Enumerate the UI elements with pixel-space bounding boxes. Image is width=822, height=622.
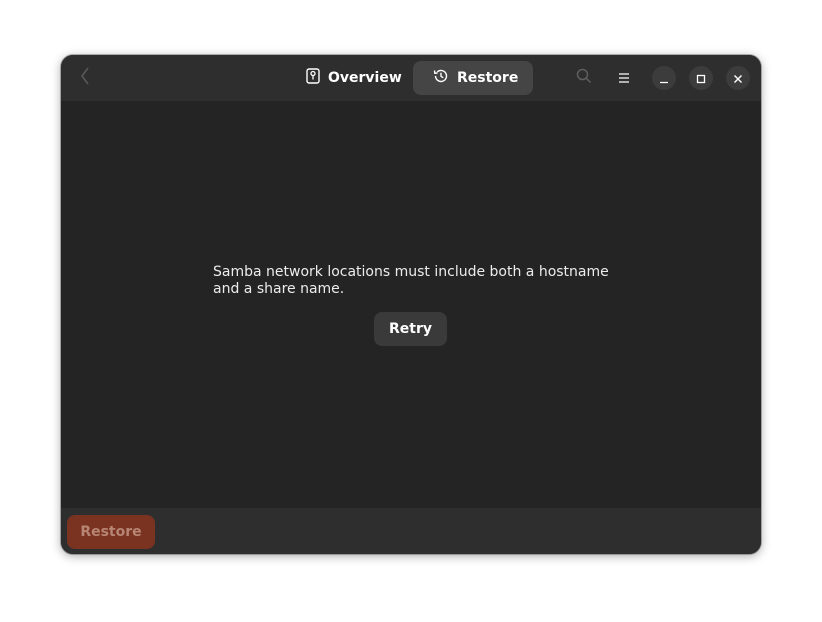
close-button[interactable] bbox=[726, 66, 750, 90]
restore-content: Samba network locations must include bot… bbox=[61, 101, 761, 508]
history-icon bbox=[433, 68, 449, 88]
overview-icon bbox=[306, 68, 320, 88]
minimize-icon bbox=[659, 69, 669, 88]
back-icon bbox=[80, 67, 90, 89]
action-bar: Restore bbox=[61, 508, 761, 554]
restore-button[interactable]: Restore bbox=[67, 515, 155, 549]
retry-button[interactable]: Retry bbox=[374, 312, 447, 346]
maximize-button[interactable] bbox=[689, 66, 713, 90]
error-message: Samba network locations must include bot… bbox=[213, 264, 609, 297]
tab-overview-label: Overview bbox=[328, 70, 402, 86]
search-button[interactable] bbox=[572, 66, 596, 90]
close-icon bbox=[733, 69, 743, 88]
tab-overview[interactable]: Overview bbox=[294, 61, 407, 95]
view-switcher: Overview Restore bbox=[294, 61, 533, 95]
tab-restore-label: Restore bbox=[457, 70, 519, 86]
headerbar: Overview Restore bbox=[61, 55, 761, 101]
search-icon bbox=[576, 68, 592, 88]
tab-restore[interactable]: Restore bbox=[413, 61, 533, 95]
minimize-button[interactable] bbox=[652, 66, 676, 90]
app-window: Overview Restore Samba network locations… bbox=[61, 55, 761, 554]
main-menu-button[interactable] bbox=[612, 66, 636, 90]
maximize-icon bbox=[696, 69, 706, 88]
menu-icon bbox=[618, 69, 630, 88]
back-button[interactable] bbox=[73, 66, 97, 90]
